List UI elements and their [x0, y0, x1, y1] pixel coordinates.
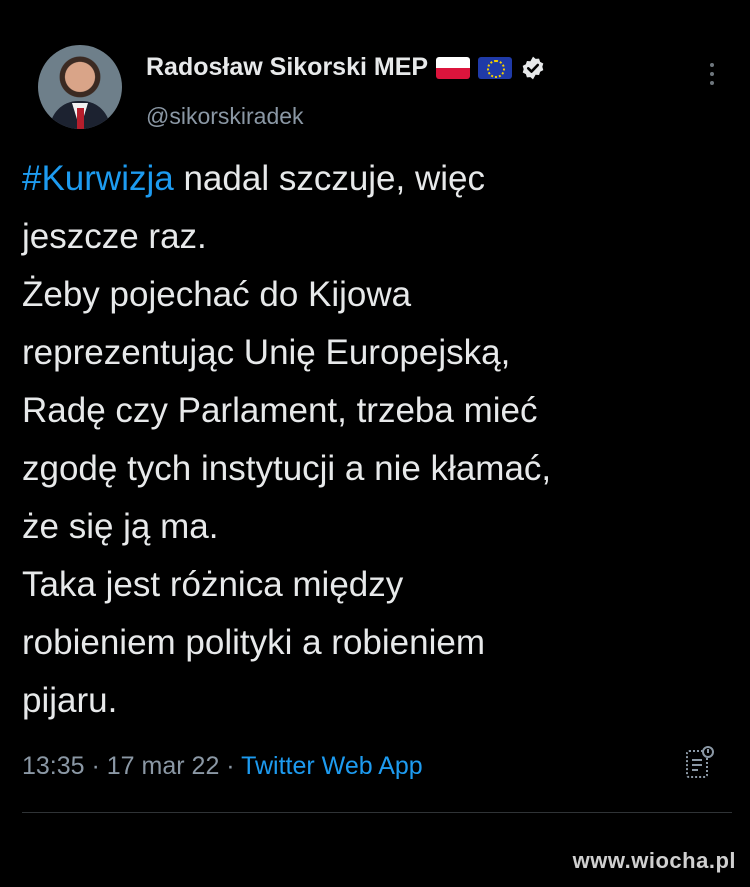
tweet-line: reprezentując Unię Europejską,: [22, 333, 511, 372]
user-handle[interactable]: @sikorskiradek: [146, 103, 304, 130]
poland-flag-icon: [436, 56, 471, 79]
meta-separator: ·: [84, 752, 107, 780]
tweet-line: Radę czy Parlament, trzeba mieć: [22, 391, 538, 430]
tweet-line-text: nadal szczuje, więc: [173, 159, 485, 198]
avatar-tie: [77, 108, 84, 129]
tweet-line: Żeby pojechać do Kijowa: [22, 275, 412, 314]
tweet-line: że się ją ma.: [22, 507, 219, 546]
tweet-line: jeszcze raz.: [22, 217, 207, 256]
tweet-header: Radosław Sikorski MEP @sikorskiradek: [38, 45, 728, 145]
meta-separator: ·: [219, 752, 242, 780]
tweet-text: #Kurwizja nadal szczuje, więc jeszcze ra…: [22, 150, 722, 730]
tweet-line: #Kurwizja nadal szczuje, więc: [22, 150, 722, 208]
verified-badge-icon: [522, 56, 544, 79]
name-row: Radosław Sikorski MEP: [146, 53, 546, 82]
tweet-line: robieniem polityki a robieniem: [22, 623, 485, 662]
display-name[interactable]: Radosław Sikorski MEP: [146, 53, 428, 82]
tweet-meta: 13:35 · 17 mar 22 · Twitter Web App: [22, 752, 423, 781]
source-app-link[interactable]: Twitter Web App: [241, 752, 423, 780]
divider: [22, 812, 732, 813]
tweet-date[interactable]: 17 mar 22: [107, 752, 220, 780]
hashtag-link[interactable]: #Kurwizja: [22, 159, 174, 198]
eu-flag-icon: [478, 56, 513, 79]
avatar[interactable]: [38, 45, 122, 129]
watermark: www.wiocha.pl: [572, 848, 736, 873]
tweet-time[interactable]: 13:35: [22, 752, 85, 780]
analytics-icon[interactable]: [685, 745, 715, 781]
tweet-line: Taka jest różnica między: [22, 565, 404, 604]
more-options-icon[interactable]: [710, 63, 716, 89]
tweet-line: pijaru.: [22, 681, 118, 720]
tweet-line: zgodę tych instytucji a nie kłamać,: [22, 449, 552, 488]
